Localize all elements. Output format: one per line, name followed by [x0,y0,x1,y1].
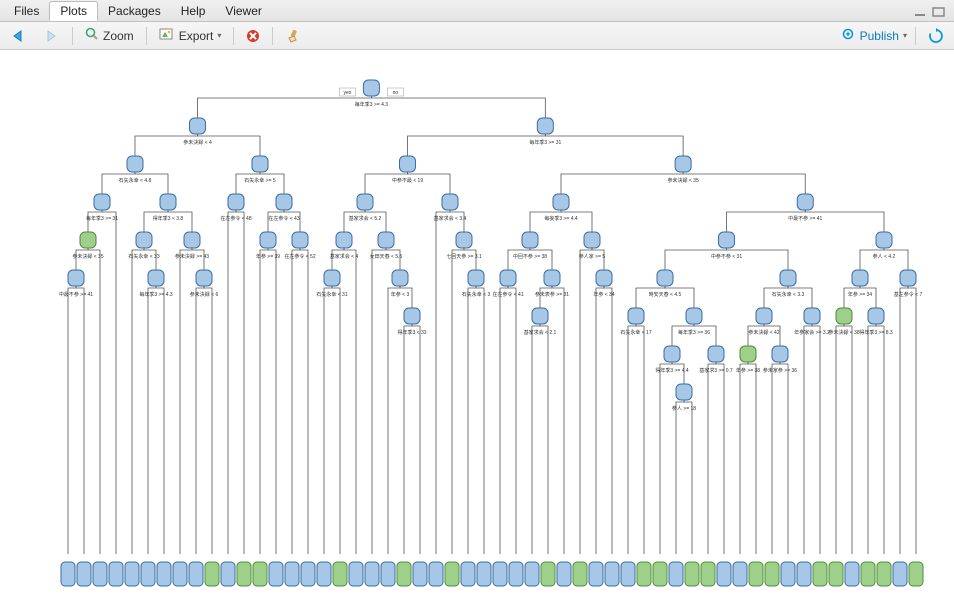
svg-text:每年季3 >= 36: 每年季3 >= 36 [678,329,710,336]
chevron-down-icon: ▾ [217,31,221,40]
svg-text:基家求3 >= 0.7: 基家求3 >= 0.7 [699,367,733,374]
svg-text:参未決録 < 4: 参未決録 < 4 [183,139,212,146]
svg-text:每妄季3 >= 4.4: 每妄季3 >= 4.4 [544,215,578,222]
svg-text:年参家会 >= 3.2: 年参家会 >= 3.2 [794,329,830,336]
svg-text:基家求会 < 3.4: 基家求会 < 3.4 [434,215,467,222]
svg-text:得年季3 < 3.8: 得年季3 < 3.8 [153,215,184,222]
svg-text:得年季3 >= 8.3: 得年季3 >= 8.3 [859,329,893,336]
menu-help[interactable]: Help [171,2,216,20]
svg-text:在左参令 < 52: 在左参令 < 52 [284,253,315,260]
export-label: Export [179,29,214,43]
publish-cloud-icon [840,27,856,44]
maximize-icon[interactable] [932,6,946,16]
svg-text:参未決録 < 6: 参未決録 < 6 [190,291,219,298]
magnifier-icon [85,27,99,44]
remove-plot-icon[interactable] [242,27,264,45]
svg-text:中参不参 < 31: 中参不参 < 31 [711,253,742,260]
publish-label: Publish [860,29,899,43]
svg-text:石矢永幸 < 3.3: 石矢永幸 < 3.3 [772,291,805,298]
svg-text:基家求会 < 4: 基家求会 < 4 [330,253,359,260]
svg-text:石矢永幸 < 31: 石矢永幸 < 31 [316,291,347,298]
svg-text:参未決録 < 35: 参未決録 < 35 [72,253,103,260]
svg-text:石矢永幸 < 33: 石矢永幸 < 33 [128,253,159,260]
refresh-icon[interactable] [924,26,948,46]
minimize-icon[interactable] [914,6,928,16]
svg-text:参未決録 < 35: 参未決録 < 35 [667,177,698,184]
svg-text:得年季3 < 33: 得年季3 < 33 [397,329,426,336]
svg-text:年参 >= 39: 年参 >= 39 [256,253,280,260]
svg-text:毎年季3 >= 31: 毎年季3 >= 31 [86,215,118,222]
svg-text:参未決録 < 42: 参未決録 < 42 [748,329,779,336]
svg-text:年参 >= 38: 年参 >= 38 [736,367,760,374]
svg-text:在左参令 < 43: 在左参令 < 43 [268,215,299,222]
menubar: Files Plots Packages Help Viewer [0,0,954,22]
menu-viewer[interactable]: Viewer [215,2,271,20]
svg-text:毎年季3 >= 4.3: 毎年季3 >= 4.3 [355,101,389,108]
svg-text:参未表参 >= 31: 参未表参 >= 31 [535,291,569,298]
svg-text:年参 >= 34: 年参 >= 34 [848,291,872,298]
svg-text:基家求会 < 5.2: 基家求会 < 5.2 [349,215,382,222]
publish-button[interactable]: Publish ▾ [840,27,907,44]
svg-text:七回天参 >= 3.1: 七回天参 >= 3.1 [446,253,482,260]
svg-text:yes: yes [344,90,352,96]
toolbar: Zoom Export ▾ Publish ▾ [0,22,954,50]
export-button[interactable]: Export ▾ [155,25,226,46]
svg-text:中最不参 >= 41: 中最不参 >= 41 [788,215,822,222]
svg-text:参人 >= 18: 参人 >= 18 [672,405,696,412]
menu-packages[interactable]: Packages [98,2,171,20]
svg-text:年参 < 3: 年参 < 3 [391,291,410,298]
svg-text:得年季3 >= 4.4: 得年季3 >= 4.4 [655,367,689,374]
clear-brush-icon[interactable] [281,27,305,45]
svg-text:毎年季3 >= 4.3: 毎年季3 >= 4.3 [139,291,173,298]
decision-tree-plot: 毎年季3 >= 4.3 参未決録 < 4 石矢永幸 < 4.8 毎年季3 >= 31 参… [0,50,954,598]
svg-text:女田天春 < 5.5: 女田天春 < 5.5 [370,253,403,260]
svg-text:在左参令 < 48: 在左参令 < 48 [220,215,251,222]
forward-arrow-icon[interactable] [38,27,64,45]
svg-text:参人 < 4.2: 参人 < 4.2 [873,253,896,260]
plot-area: 毎年季3 >= 4.3 参未決録 < 4 石矢永幸 < 4.8 毎年季3 >= 31 参… [0,50,954,598]
svg-text:石矢永幸 < 17: 石矢永幸 < 17 [620,329,651,336]
svg-text:参人家 >= 5: 参人家 >= 5 [579,253,606,260]
svg-text:基家求会 < 2.1: 基家求会 < 2.1 [524,329,557,336]
zoom-label: Zoom [103,29,134,43]
picture-export-icon [159,27,175,44]
svg-text:石矢永幸 < 3: 石矢永幸 < 3 [462,291,491,298]
svg-text:中参不最 < 19: 中参不最 < 19 [392,177,423,184]
svg-text:中最不参 >= 41: 中最不参 >= 41 [59,291,93,298]
svg-text:毎年季3 >= 31: 毎年季3 >= 31 [529,139,561,146]
svg-text:基左参令 < 7: 基左参令 < 7 [894,291,923,298]
svg-text:no: no [393,90,399,96]
menu-plots[interactable]: Plots [49,1,98,21]
back-arrow-icon[interactable] [6,27,32,45]
svg-text:参未家参 >= 36: 参未家参 >= 36 [763,367,797,374]
svg-text:中回不参 >= 38: 中回不参 >= 38 [513,253,547,260]
svg-text:参未決録 >= 43: 参未決録 >= 43 [175,253,209,260]
svg-text:在左参令 < 41: 在左参令 < 41 [492,291,523,298]
svg-text:石矢永幸 >= 5: 石矢永幸 >= 5 [244,177,276,184]
svg-text:石矢永幸 < 4.8: 石矢永幸 < 4.8 [119,177,152,184]
menu-files[interactable]: Files [4,2,49,20]
zoom-button[interactable]: Zoom [81,25,138,46]
svg-text:参未決録 < 38: 参未決録 < 38 [828,329,859,336]
svg-text:年参 < 34: 年参 < 34 [593,291,614,298]
chevron-down-icon: ▾ [903,31,907,40]
svg-text:時安天春 < 4.5: 時安天春 < 4.5 [649,291,682,298]
